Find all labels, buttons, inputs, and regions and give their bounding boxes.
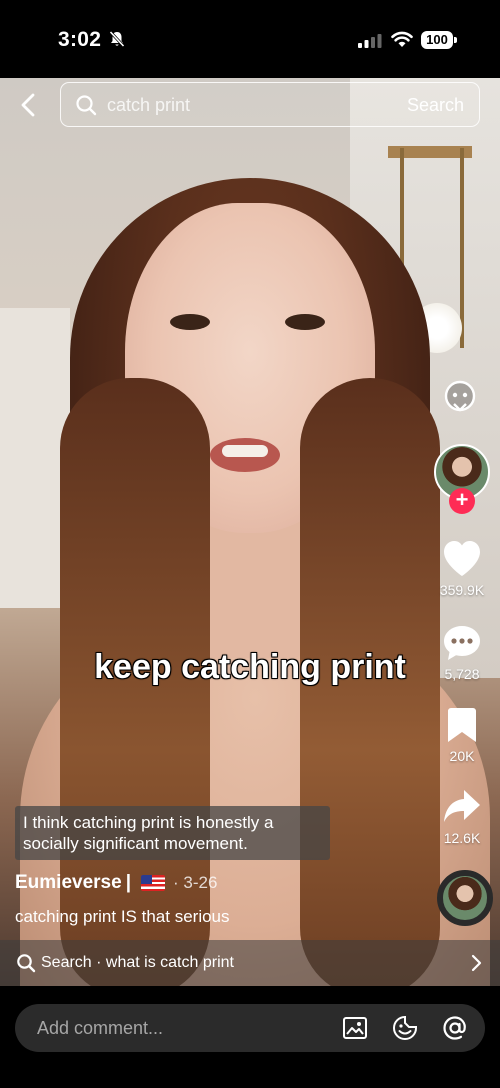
share-count: 12.6K — [443, 830, 481, 846]
video-text-overlay: keep catching print — [94, 648, 406, 686]
share-arrow-icon — [444, 790, 480, 822]
creator-avatar[interactable]: + — [433, 444, 491, 514]
ai-face-icon[interactable] — [440, 376, 480, 416]
post-date: · 3-26 — [173, 873, 218, 892]
related-search-bar[interactable]: Search · what is catch print — [0, 940, 500, 986]
back-arrow-icon[interactable] — [14, 90, 44, 120]
comment-placeholder: Add comment... — [37, 1018, 164, 1038]
related-search-text: Search · what is catch print — [41, 954, 234, 971]
music-disc[interactable] — [437, 870, 493, 926]
status-bar: 3:02 100 — [0, 0, 500, 78]
author-row: Eumieverse | · 3-26 — [15, 871, 217, 895]
search-bar[interactable]: catch print Search — [60, 82, 480, 127]
comment-input[interactable]: Add comment... — [15, 1004, 485, 1052]
status-time: 3:02 — [58, 28, 102, 51]
signal-icon — [358, 34, 382, 48]
battery-icon: 100 — [421, 31, 457, 49]
bell-slash-icon — [109, 30, 125, 48]
us-flag-icon — [141, 875, 166, 891]
search-input[interactable]: catch print — [107, 95, 190, 116]
battery-level: 100 — [421, 31, 453, 49]
save-button[interactable]: 20K — [422, 706, 500, 764]
chevron-right-icon — [471, 954, 482, 972]
mention-icon[interactable] — [442, 1015, 468, 1041]
author-separator: | — [125, 872, 132, 893]
heart-icon — [444, 541, 480, 576]
search-icon — [17, 954, 36, 973]
bookmark-icon — [448, 708, 476, 742]
like-button[interactable]: 359.9K — [422, 540, 500, 598]
search-button[interactable]: Search — [407, 95, 464, 116]
image-icon[interactable] — [342, 1015, 368, 1041]
like-count: 359.9K — [439, 582, 485, 598]
comment-bar: Add comment... — [0, 986, 500, 1088]
emoji-icon[interactable] — [392, 1015, 418, 1041]
save-count: 20K — [449, 748, 475, 764]
follow-button[interactable]: + — [449, 488, 475, 514]
search-icon — [76, 95, 97, 116]
post-description[interactable]: catching print IS that serious — [15, 907, 230, 927]
wifi-icon — [391, 31, 413, 47]
video-sticker-text: I think catching print is honestly a soc… — [15, 806, 330, 860]
share-button[interactable]: 12.6K — [422, 788, 500, 846]
author-name[interactable]: Eumieverse — [15, 872, 122, 894]
